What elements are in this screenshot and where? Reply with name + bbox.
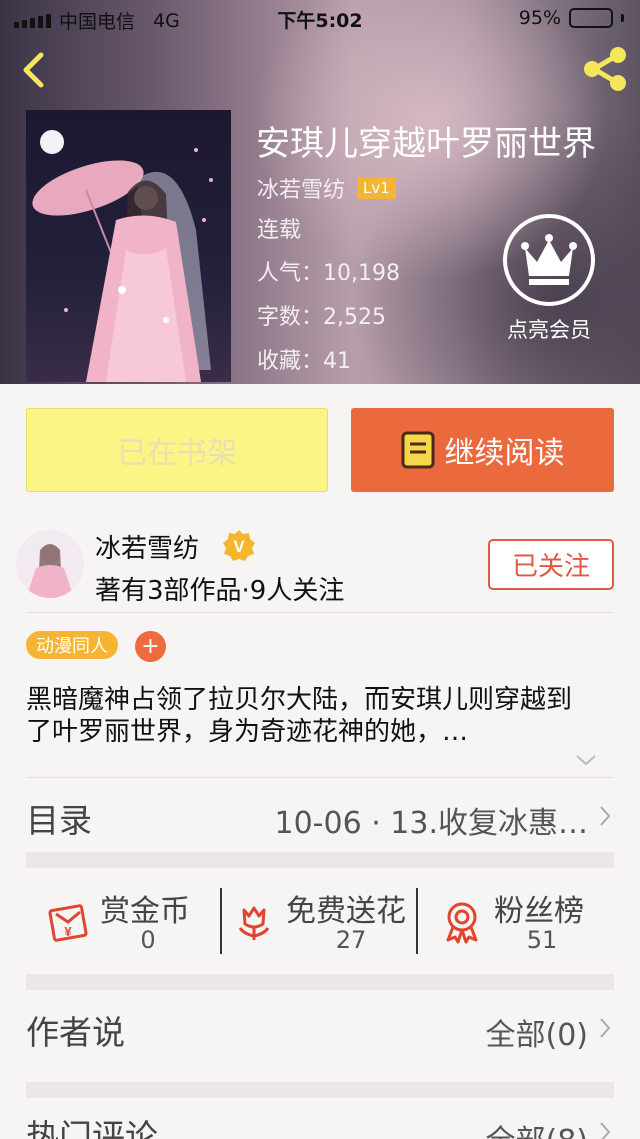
toc-latest-chapter: 10-06 · 13.收复冰惠…	[274, 806, 589, 841]
status-bar: 中国电信 4G 下午5:02 95%	[0, 0, 640, 36]
level-badge: Lv1	[357, 177, 396, 199]
verified-v-icon: V	[223, 530, 255, 561]
add-tag-button[interactable]: +	[135, 631, 166, 662]
book-title: 安琪儿穿越叶罗丽世界	[256, 124, 596, 164]
author-card[interactable]: 冰若雪纺 V 著有3部作品·9人关注 已关注	[0, 520, 640, 612]
book-word-count: 字数：2,525	[257, 305, 386, 330]
crown-icon	[503, 214, 595, 306]
cover-illustration	[32, 130, 213, 382]
hot-comments-row[interactable]: 热门评论 全部(8)	[26, 1110, 614, 1139]
divider	[220, 888, 222, 954]
section-gap	[26, 974, 614, 990]
battery-percent: 95%	[518, 7, 561, 29]
back-button[interactable]	[14, 50, 54, 90]
divider	[26, 612, 614, 613]
flower-icon	[238, 906, 270, 940]
book-header: 中国电信 4G 下午5:02 95% 安琪儿穿越叶罗丽世界 冰若雪纺 Lv1 连…	[0, 0, 640, 384]
section-gap	[26, 852, 614, 868]
stat-label: 免费送花	[286, 894, 406, 929]
chevron-right-icon	[600, 806, 611, 826]
stats-bar: ¥ 赏金币 0 免费送花 27 粉丝榜 51	[26, 870, 614, 970]
tag-chip[interactable]: 动漫同人	[26, 631, 118, 659]
followed-button[interactable]: 已关注	[488, 539, 614, 590]
share-button[interactable]	[582, 46, 628, 92]
section-gap	[26, 1082, 614, 1098]
hot-comments-label: 热门评论	[26, 1117, 158, 1139]
book-popularity: 人气：10,198	[257, 261, 400, 286]
author-name[interactable]: 冰若雪纺	[95, 528, 199, 565]
author-meta: 著有3部作品·9人关注	[95, 576, 345, 606]
synopsis[interactable]: 黑暗魔神占领了拉贝尔大陆，而安琪儿则穿越到了叶罗丽世界，身为奇迹花神的她，…	[26, 684, 596, 748]
toc-row[interactable]: 目录 10-06 · 13.收复冰惠…	[26, 790, 614, 844]
book-author-line: 冰若雪纺 Lv1	[257, 172, 396, 204]
stat-label: 粉丝榜	[494, 894, 584, 929]
send-flower-stat[interactable]: 免费送花 27	[232, 870, 422, 970]
chevron-right-icon	[600, 1018, 611, 1038]
chevron-right-icon	[600, 1122, 611, 1139]
in-bookshelf-button[interactable]: 已在书架	[26, 408, 328, 492]
author-says-row[interactable]: 作者说 全部(0)	[26, 1000, 614, 1060]
reward-coins-stat[interactable]: ¥ 赏金币 0	[46, 870, 216, 970]
vip-button[interactable]: 点亮会员	[496, 212, 602, 344]
svg-text:V: V	[233, 537, 245, 556]
continue-reading-label: 继续阅读	[444, 436, 565, 471]
chevron-left-icon	[23, 52, 44, 88]
hot-comments-all-link[interactable]: 全部(8)	[486, 1116, 589, 1139]
medal-icon	[446, 902, 478, 944]
book-favorites: 收藏：41	[257, 349, 351, 374]
divider	[26, 777, 614, 778]
book-icon	[401, 431, 434, 469]
stat-value: 0	[140, 926, 156, 954]
stat-value: 51	[526, 926, 558, 954]
vip-label: 点亮会员	[507, 318, 591, 342]
author-says-all-link[interactable]: 全部(0)	[486, 1010, 589, 1054]
fan-rank-stat[interactable]: 粉丝榜 51	[440, 870, 612, 970]
continue-reading-button[interactable]: 继续阅读	[351, 408, 614, 492]
book-cover[interactable]	[26, 110, 231, 382]
book-status: 连载	[257, 218, 302, 243]
author-says-label: 作者说	[26, 1013, 125, 1052]
svg-text:¥: ¥	[64, 924, 72, 939]
in-bookshelf-label: 已在书架	[117, 436, 237, 471]
book-author[interactable]: 冰若雪纺	[257, 172, 345, 204]
red-envelope-icon: ¥	[48, 904, 88, 942]
battery-icon	[569, 8, 613, 28]
divider	[416, 888, 418, 954]
battery-status: 95%	[519, 7, 624, 29]
stat-label: 赏金币	[100, 894, 190, 929]
share-icon	[584, 47, 626, 91]
chevron-down-icon[interactable]	[574, 752, 598, 768]
avatar[interactable]	[16, 530, 84, 598]
stat-value: 27	[335, 926, 367, 954]
toc-label: 目录	[26, 801, 92, 840]
